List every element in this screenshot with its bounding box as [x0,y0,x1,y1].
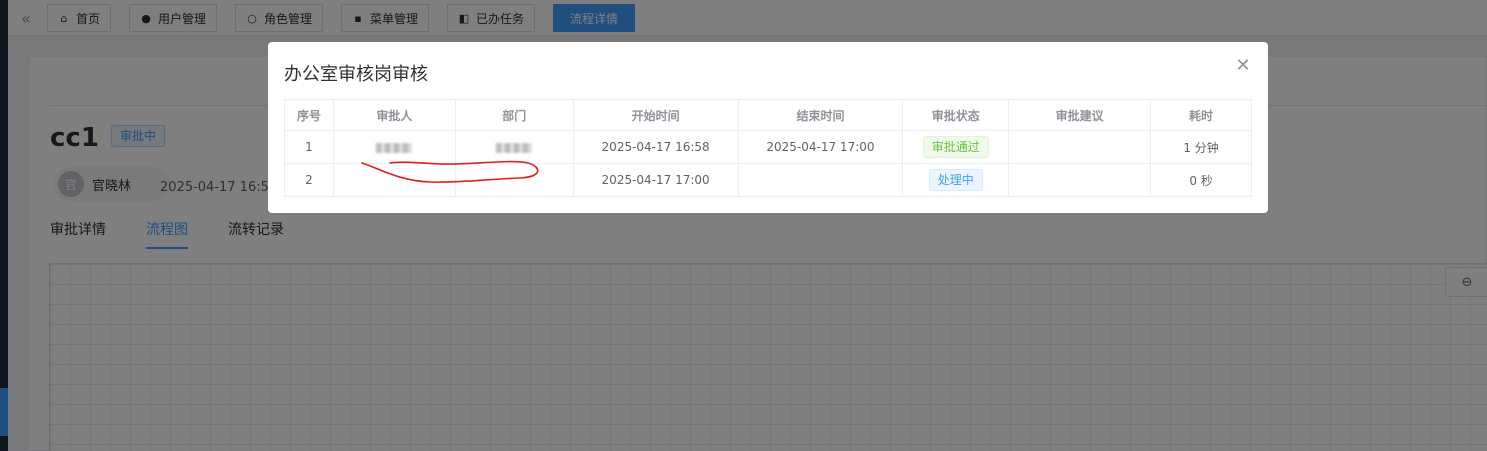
cell-department [454,163,574,197]
column-header: 开始时间 [572,99,739,131]
cell-approver [332,163,456,197]
redacted-mosaic [496,142,533,153]
cell-advice [1008,130,1152,164]
column-header: 结束时间 [737,99,904,131]
column-header: 审批状态 [902,99,1010,131]
status-tag-processing: 处理中 [928,169,983,191]
cell-status: 审批通过 [902,130,1010,164]
cell-start-time: 2025-04-17 17:00 [572,163,739,197]
redacted-mosaic [376,142,413,153]
cell-index: 1 [284,130,334,164]
cell-status: 处理中 [902,163,1010,197]
table-header-row: 序号 审批人 部门 开始时间 结束时间 审批状态 审批建议 耗时 [284,99,1252,131]
cell-index: 2 [284,163,334,197]
column-header: 部门 [454,99,574,131]
cell-advice [1008,163,1152,197]
approval-dialog: 办公室审核岗审核 ✕ 序号 审批人 部门 开始时间 结束时间 审批状态 审批建议… [268,42,1268,213]
approval-table: 序号 审批人 部门 开始时间 结束时间 审批状态 审批建议 耗时 1 2025-… [284,99,1252,197]
column-header: 序号 [284,99,334,131]
cell-department-redacted [454,130,574,164]
close-icon[interactable]: ✕ [1232,54,1254,76]
dialog-title: 办公室审核岗审核 [284,64,428,85]
status-tag-approved: 审批通过 [922,136,989,158]
column-header: 耗时 [1150,99,1252,131]
cell-end-time: 2025-04-17 17:00 [737,130,904,164]
column-header: 审批建议 [1008,99,1152,131]
column-header: 审批人 [332,99,456,131]
cell-end-time [737,163,904,197]
cell-duration: 0 秒 [1150,163,1252,197]
cell-approver-redacted [332,130,456,164]
table-row: 1 2025-04-17 16:58 2025-04-17 17:00 审批通过… [284,130,1252,164]
cell-duration: 1 分钟 [1150,130,1252,164]
cell-start-time: 2025-04-17 16:58 [572,130,739,164]
table-row: 2 2025-04-17 17:00 处理中 0 秒 [284,163,1252,197]
